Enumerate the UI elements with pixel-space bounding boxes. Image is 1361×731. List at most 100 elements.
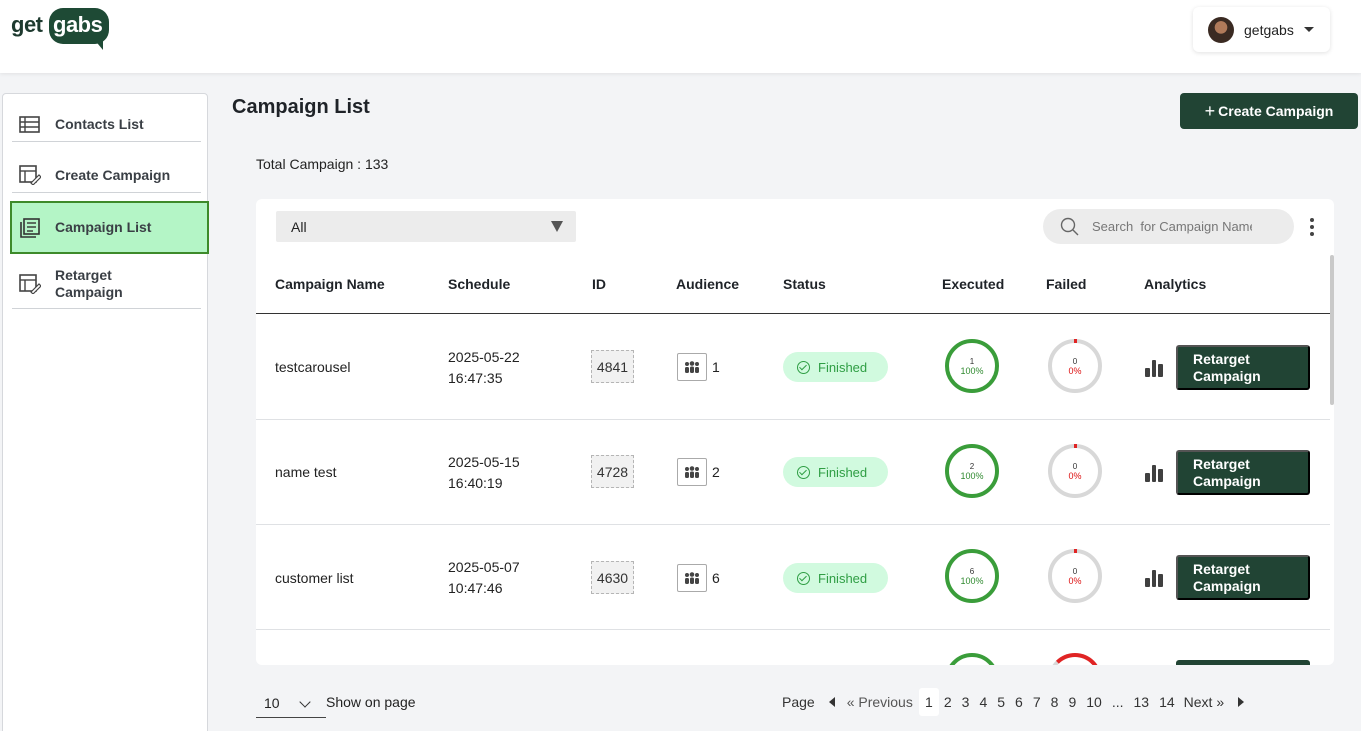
getgabs-logo[interactable]: get gabs xyxy=(11,8,111,54)
list-doc-icon xyxy=(20,217,40,238)
executed-percent: 100% xyxy=(960,365,984,376)
show-on-page-label: Show on page xyxy=(326,694,416,710)
executed-progress-ring xyxy=(945,653,999,665)
executed-progress-ring: 1 100% xyxy=(945,339,999,393)
page-ellipsis: ... xyxy=(1111,694,1124,710)
page-label: Page xyxy=(782,694,815,710)
sidebar-item-label: Campaign List xyxy=(55,219,152,235)
per-page-select[interactable]: 10 xyxy=(256,688,326,718)
failed-progress-ring: 0 0% xyxy=(1048,549,1102,603)
failed-count: 0 xyxy=(1072,356,1078,366)
page-link[interactable]: 7 xyxy=(1028,688,1046,716)
failed-progress-ring: 0 0% xyxy=(1048,444,1102,498)
table-row: testcarousel 2025-05-22 16:47:35 4841 1 … xyxy=(256,315,1330,420)
schedule-time: 16:40:19 xyxy=(448,475,503,491)
failed-count: 0 xyxy=(1072,566,1078,576)
campaign-name: customer list xyxy=(275,570,354,586)
avatar xyxy=(1208,16,1234,43)
schedule-time: 16:47:35 xyxy=(448,370,503,386)
campaign-id: 4630 xyxy=(591,561,634,594)
pagination: Page « Previous 1 2 3 4 5 6 7 8 9 10 ...… xyxy=(782,688,1245,716)
create-campaign-button[interactable]: + Create Campaign xyxy=(1180,93,1358,129)
check-circle-icon xyxy=(797,360,810,374)
prev-arrow-icon[interactable] xyxy=(828,697,835,707)
audience-group-icon[interactable] xyxy=(677,458,707,486)
table-header: Campaign Name Schedule ID Audience Statu… xyxy=(256,255,1330,314)
bar-chart-icon[interactable] xyxy=(1145,359,1164,377)
user-menu[interactable]: getgabs xyxy=(1193,7,1330,52)
search-box[interactable] xyxy=(1043,209,1294,244)
page-title: Campaign List xyxy=(232,96,370,118)
column-header[interactable]: Executed xyxy=(942,276,1004,292)
caret-down-icon xyxy=(1303,27,1314,32)
page-link[interactable]: 14 xyxy=(1154,688,1180,716)
retarget-campaign-button[interactable]: Retarget Campaign xyxy=(1176,555,1310,600)
column-header[interactable]: Failed xyxy=(1046,276,1086,292)
table-icon xyxy=(19,115,40,133)
page-link[interactable]: 10 xyxy=(1081,688,1107,716)
page-link-current[interactable]: 1 xyxy=(918,688,939,716)
next-page-link[interactable]: Next » xyxy=(1184,694,1224,710)
failed-percent: 0% xyxy=(1068,575,1082,586)
failed-indicator xyxy=(1074,549,1077,553)
top-header: get gabs getgabs xyxy=(0,0,1361,73)
failed-count: 0 xyxy=(1072,461,1078,471)
column-header[interactable]: Analytics xyxy=(1144,276,1206,292)
audience-count: 1 xyxy=(712,359,720,375)
status-text: Finished xyxy=(818,464,868,480)
search-input[interactable] xyxy=(1092,219,1252,234)
page-link[interactable]: 3 xyxy=(957,688,975,716)
retarget-campaign-button[interactable] xyxy=(1176,660,1310,665)
check-circle-icon xyxy=(797,571,810,585)
chevron-down-icon xyxy=(299,696,311,708)
status-badge: Finished xyxy=(783,457,888,487)
table-row xyxy=(256,630,1330,665)
schedule-date: 2025-05-07 xyxy=(448,559,520,575)
status-filter-select[interactable]: All xyxy=(276,211,576,242)
column-header[interactable]: Status xyxy=(783,276,826,292)
sidebar-item-contacts-list[interactable]: Contacts List xyxy=(12,108,201,142)
status-badge: Finished xyxy=(783,352,888,382)
audience-count: 2 xyxy=(712,464,720,480)
edit-table-icon xyxy=(19,165,41,185)
sidebar-item-retarget-campaign[interactable]: Retarget Campaign xyxy=(12,260,201,309)
page-link[interactable]: 6 xyxy=(1010,688,1028,716)
column-header[interactable]: Audience xyxy=(676,276,739,292)
column-header[interactable]: Campaign Name xyxy=(275,276,385,292)
executed-progress-ring: 6 100% xyxy=(945,549,999,603)
check-circle-icon xyxy=(797,465,810,479)
page-link[interactable]: 5 xyxy=(992,688,1010,716)
schedule: 2025-05-22 16:47:35 xyxy=(448,347,520,389)
failed-progress-ring: 0 0% xyxy=(1048,339,1102,393)
retarget-campaign-button[interactable]: Retarget Campaign xyxy=(1176,450,1310,495)
failed-percent: 0% xyxy=(1068,470,1082,481)
sidebar-item-campaign-list[interactable]: Campaign List xyxy=(10,201,209,254)
page-link[interactable]: 2 xyxy=(939,688,957,716)
audience-group-icon[interactable] xyxy=(677,564,707,592)
create-campaign-label: Create Campaign xyxy=(1218,103,1334,119)
table-row: customer list 2025-05-07 10:47:46 4630 6… xyxy=(256,525,1330,630)
schedule: 2025-05-15 16:40:19 xyxy=(448,452,520,494)
column-header[interactable]: ID xyxy=(592,276,606,292)
page-link[interactable]: 9 xyxy=(1063,688,1081,716)
bar-chart-icon[interactable] xyxy=(1145,464,1164,482)
next-arrow-icon[interactable] xyxy=(1238,697,1245,707)
previous-page-link[interactable]: « Previous xyxy=(847,694,913,710)
status-text: Finished xyxy=(818,570,868,586)
bar-chart-icon[interactable] xyxy=(1145,569,1164,587)
schedule: 2025-05-07 10:47:46 xyxy=(448,557,520,599)
schedule-time: 10:47:46 xyxy=(448,580,503,596)
column-header[interactable]: Schedule xyxy=(448,276,510,292)
page-link[interactable]: 8 xyxy=(1046,688,1064,716)
audience-group-icon[interactable] xyxy=(677,353,707,381)
sidebar-item-create-campaign[interactable]: Create Campaign xyxy=(12,158,201,193)
table-scrollbar[interactable] xyxy=(1330,255,1334,405)
retarget-campaign-button[interactable]: Retarget Campaign xyxy=(1176,345,1310,390)
schedule-date: 2025-05-22 xyxy=(448,349,520,365)
executed-percent: 100% xyxy=(960,575,984,586)
more-options-icon[interactable] xyxy=(1308,218,1316,236)
campaign-name: testcarousel xyxy=(275,359,351,375)
page-link[interactable]: 13 xyxy=(1128,688,1154,716)
executed-count: 2 xyxy=(969,461,975,471)
page-link[interactable]: 4 xyxy=(974,688,992,716)
